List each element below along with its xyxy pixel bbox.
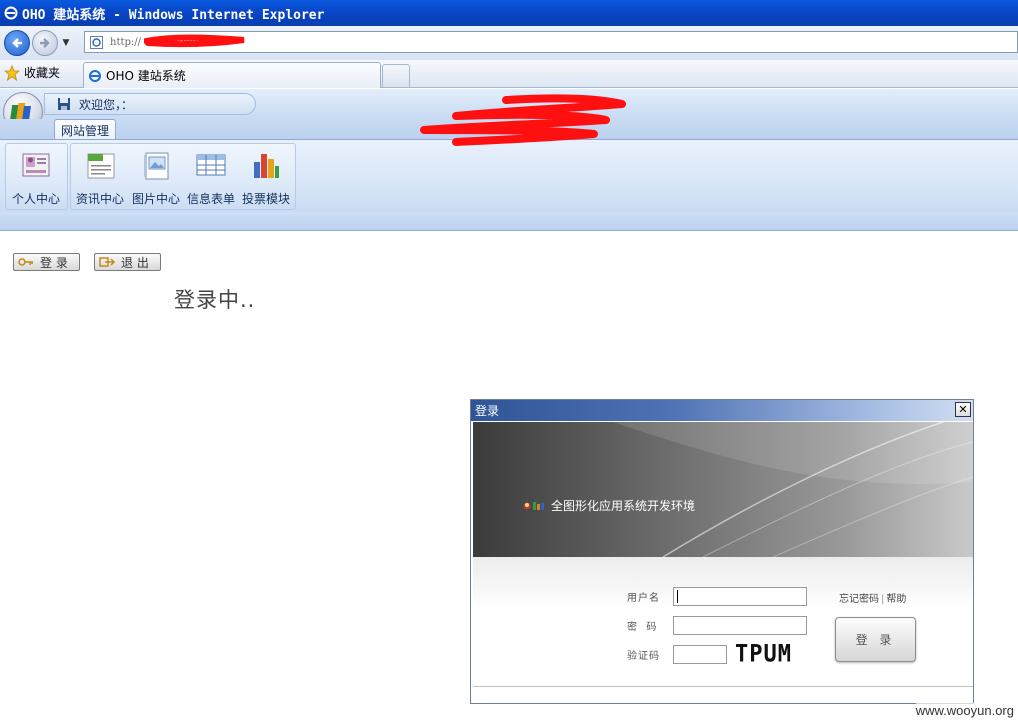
password-input[interactable] [673, 616, 807, 635]
close-icon: ✕ [958, 403, 968, 416]
news-icon [87, 153, 115, 179]
favorites-label: 收藏夹 [24, 66, 61, 80]
back-button[interactable] [4, 30, 30, 56]
ribbon-button-label: 图片中心 [132, 192, 181, 206]
password-label: 密 码 [627, 622, 658, 633]
dialog-title-bar[interactable]: 登录 ✕ [471, 400, 973, 421]
exit-icon [99, 257, 115, 267]
key-icon [18, 258, 33, 266]
watermark: www.wooyun.org [915, 703, 1014, 718]
welcome-text: 欢迎您，： [79, 97, 134, 112]
captcha-image[interactable]: TPUM [735, 641, 792, 669]
ribbon-button-label: 资讯中心 [76, 192, 125, 206]
browser-tab[interactable]: OHO 建站系统 [83, 62, 381, 88]
back-arrow-icon [12, 38, 22, 48]
dialog-divider [473, 686, 973, 687]
login-form: 用户名 密 码 验证码 TPUM 忘记密码 | 帮助 登 录 [473, 557, 973, 687]
forgot-password-link[interactable]: 忘记密码 [839, 594, 879, 605]
username-label: 用户名 [627, 593, 660, 604]
ribbon-button-label: 信息表单 [187, 192, 236, 206]
login-button-label: 登 录 [40, 255, 68, 270]
window-title-bar: OHO 建站系统 - Windows Internet Explorer [0, 0, 1018, 26]
forward-button[interactable] [32, 30, 58, 56]
address-bar[interactable]: http:// anager.php [84, 31, 1018, 53]
app-ribbon: 欢迎您，： 网站管理 个人中心 资讯中心 图片中心 信息表单 投票模块 [0, 89, 1018, 231]
favorites-bar: 收藏夹 OHO 建站系统 [0, 60, 1018, 88]
username-input[interactable] [673, 587, 807, 606]
address-url: http:// anager.php [110, 36, 201, 48]
ie-logo-icon [89, 69, 101, 82]
new-tab-button[interactable] [382, 64, 410, 88]
browser-window: OHO 建站系统 - Windows Internet Explorer ▼ h… [0, 0, 1018, 720]
ribbon-button-label: 投票模块 [242, 192, 291, 206]
dialog-title: 登录 [475, 404, 500, 418]
tagline-text: 全图形化应用系统开发环境 [551, 499, 696, 513]
help-link[interactable]: 帮助 [886, 594, 906, 605]
window-title: OHO 建站系统 - Windows Internet Explorer [22, 7, 325, 23]
ribbon-button-info-form[interactable]: 信息表单 [187, 148, 235, 207]
ribbon-button-picture-center[interactable]: 图片中心 [132, 148, 180, 207]
logout-button[interactable]: 退 出 [94, 253, 161, 271]
picture-icon [144, 152, 169, 180]
forward-arrow-icon [40, 38, 50, 48]
captcha-label: 验证码 [627, 651, 660, 662]
ribbon-footer [0, 212, 1018, 231]
favorites-button[interactable]: 收藏夹 [4, 64, 60, 81]
bar-chart-icon [254, 154, 279, 178]
captcha-input[interactable] [673, 645, 727, 664]
tab-site-management[interactable]: 网站管理 [54, 119, 116, 140]
ribbon-button-personal-center[interactable]: 个人中心 [12, 148, 60, 207]
tab-title: OHO 建站系统 [106, 69, 186, 83]
ribbon-button-news-center[interactable]: 资讯中心 [76, 148, 124, 207]
banner-tagline: 全图形化应用系统开发环境 [523, 497, 695, 514]
link-separator: | [881, 594, 885, 605]
ribbon-tab-strip [0, 119, 1018, 139]
ribbon-panel: 个人中心 资讯中心 图片中心 信息表单 投票模块 [0, 139, 1018, 212]
close-button[interactable]: ✕ [955, 402, 971, 417]
save-icon[interactable] [57, 97, 71, 111]
logout-button-label: 退 出 [121, 255, 149, 270]
loading-text: 登录中.. [174, 288, 256, 312]
quick-access-toolbar: 欢迎您，： [44, 93, 256, 115]
ie-logo-icon [4, 6, 18, 20]
brand-logo-icon [523, 501, 544, 510]
ribbon-button-voting-module[interactable]: 投票模块 [242, 148, 290, 207]
banner-swoosh-graphic [613, 422, 973, 557]
login-dialog: 登录 ✕ 全图形化应用系统开发环境 用户名 密 码 验证码 TPUM 忘记密码 … [470, 399, 974, 704]
page-icon [90, 35, 103, 49]
ribbon-button-label: 个人中心 [12, 192, 61, 206]
table-form-icon [196, 154, 226, 176]
user-card-icon [22, 153, 50, 177]
star-icon [4, 64, 20, 81]
text-cursor [677, 590, 678, 603]
dialog-banner: 全图形化应用系统开发环境 [473, 422, 973, 557]
login-button[interactable]: 登 录 [13, 253, 80, 271]
history-dropdown-button[interactable]: ▼ [60, 30, 72, 56]
navigation-bar: ▼ http:// anager.php [0, 26, 1018, 60]
help-links: 忘记密码 | 帮助 [839, 590, 906, 605]
dialog-login-button[interactable]: 登 录 [835, 617, 916, 662]
